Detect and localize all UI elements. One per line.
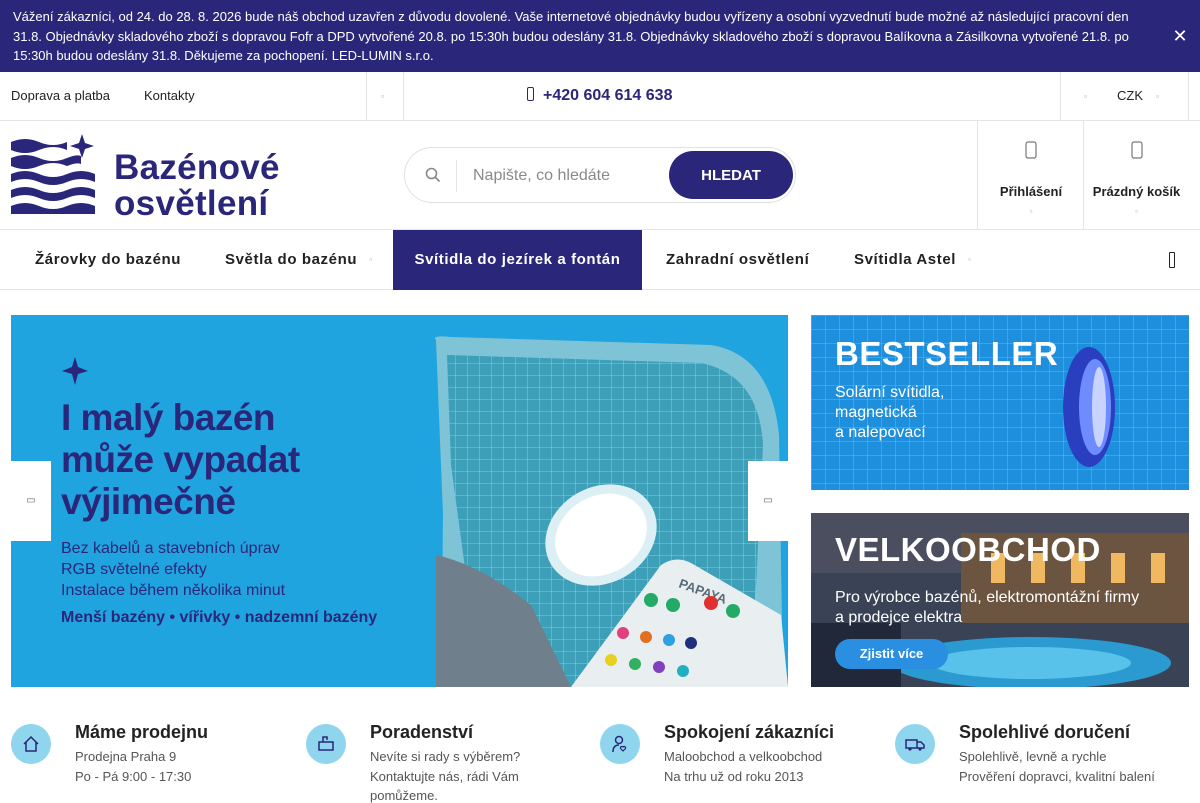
chevron-down-icon: ▫ — [1156, 91, 1160, 101]
phone-text: +420 604 614 638 — [543, 87, 673, 104]
hero-pool-types: Menší bazény • vířivky • nadzemní bazény — [61, 609, 378, 626]
login-button[interactable]: Přihlášení ▫ — [977, 121, 1084, 229]
feature-line: Spolehlivě, levně a rychle — [959, 749, 1107, 764]
nav-item-label: Zahradní osvětlení — [666, 251, 810, 268]
bestseller-banner[interactable]: BESTSELLER Solární svítidla, magnetická … — [811, 315, 1189, 490]
top-utility-bar: Doprava a platba Kontakty ▫ +420 604 614… — [0, 72, 1200, 121]
search-input[interactable] — [473, 162, 663, 190]
chevron-down-icon: ▫ — [1135, 207, 1138, 216]
logo-line-2: osvětlení — [114, 184, 269, 223]
logo[interactable]: Bazénové osvětlení — [11, 134, 341, 222]
site-header: Bazénové osvětlení HLEDAT Přihlášení ▫ P… — [0, 121, 1200, 230]
mailbox-icon — [306, 724, 346, 764]
feature-satisfied-customers: Spokojení zákazníci Maloobchod a velkoob… — [600, 716, 890, 800]
phone-icon — [527, 87, 534, 101]
more-links-icon[interactable]: ▫ — [381, 72, 384, 120]
bestseller-text-line: a nalepovací — [835, 424, 926, 441]
main-navigation: Žárovky do bazénu Světla do bazénu ▫ Svít… — [0, 230, 1200, 290]
logo-line-1: Bazénové — [114, 148, 280, 187]
home-icon — [11, 724, 51, 764]
feature-advice: Poradenství Nevíte si rady s výběrem? Ko… — [306, 716, 596, 803]
nav-item-pond-fountain-lights[interactable]: Svítidla do jezírek a fontán — [393, 230, 642, 290]
nav-item-garden-lighting[interactable]: Zahradní osvětlení — [666, 230, 809, 290]
bestseller-title: BESTSELLER — [835, 335, 1059, 372]
divider — [1060, 72, 1061, 120]
divider — [366, 72, 367, 120]
chevron-down-icon: ▫ — [1029, 207, 1033, 216]
hero-title: I malý bazén může vypadat výjimečně — [61, 397, 300, 523]
feature-reliable-delivery: Spolehlivé doručení Spolehlivě, levně a … — [895, 716, 1185, 800]
user-icon — [1025, 141, 1037, 159]
contacts-link[interactable]: Kontakty — [144, 72, 195, 120]
chevron-down-icon: ▫ — [369, 255, 373, 264]
wholesale-title: VELKOOBCHOD — [835, 531, 1101, 568]
divider — [1188, 72, 1189, 120]
notice-text: Vážení zákazníci, od 24. do 28. 8. 2026 … — [13, 9, 1129, 63]
cart-button[interactable]: Prázdný košík ▫ — [1083, 121, 1189, 229]
wholesale-text-line: a prodejce elektra — [835, 609, 963, 626]
wholesale-banner[interactable]: VELKOOBCHOD Pro výrobce bazénů, elektrom… — [811, 513, 1189, 687]
hero-feature-line: Bez kabelů a stavebních úprav — [61, 540, 280, 557]
bestseller-text: Solární svítidla, magnetická a nalepovac… — [835, 383, 944, 443]
feature-line: Prodejna Praha 9 — [75, 749, 177, 764]
cart-icon — [1130, 141, 1143, 159]
nav-item-label: Žárovky do bazénu — [35, 251, 182, 268]
search-button[interactable]: HLEDAT — [669, 151, 793, 199]
notice-bar: Vážení zákazníci, od 24. do 28. 8. 2026 … — [0, 0, 1200, 72]
carousel-next-button[interactable]: ▭ — [748, 461, 788, 541]
hero-title-line: výjimečně — [61, 481, 236, 522]
nav-item-label: Svítidla do jezírek a fontán — [414, 251, 621, 268]
wholesale-text-line: Pro výrobce bazénů, elektromontážní firm… — [835, 589, 1140, 606]
carousel-prev-button[interactable]: ▭ — [11, 461, 51, 541]
feature-title: Máme prodejnu — [75, 722, 209, 742]
cart-label: Prázdný košík — [1092, 184, 1181, 199]
phone-number[interactable]: +420 604 614 638 — [527, 72, 672, 120]
search-icon[interactable] — [425, 167, 441, 183]
nav-item-astel[interactable]: Svítidla Astel ▫ — [854, 230, 971, 290]
bestseller-text-line: magnetická — [835, 404, 917, 421]
feature-store: Máme prodejnu Prodejna Praha 9 Po - Pá 9… — [11, 716, 301, 800]
feature-title: Spokojení zákazníci — [664, 722, 835, 742]
close-icon[interactable]: ✕ — [1170, 26, 1190, 46]
flag-icon: ▫ — [1084, 91, 1088, 101]
hero-feature-line: Instalace během několika minut — [61, 582, 286, 599]
feature-title: Poradenství — [370, 722, 474, 742]
feature-line: Kontaktujte nás, rádi Vám — [370, 769, 519, 784]
nav-item-label: Světla do bazénu — [225, 251, 358, 268]
feature-line: Po - Pá 9:00 - 17:30 — [75, 769, 192, 784]
chevron-down-icon: ▫ — [968, 255, 972, 264]
nav-item-label: Svítidla Astel — [854, 251, 957, 268]
hero-title-line: může vypadat — [61, 439, 300, 480]
truck-icon — [895, 724, 935, 764]
user-heart-icon — [600, 724, 640, 764]
hero-title-line: I malý bazén — [61, 397, 276, 438]
feature-line: Na trhu už od roku 2013 — [664, 769, 804, 784]
login-label: Přihlášení — [999, 184, 1063, 199]
feature-line: Nevíte si rady s výběrem? — [370, 749, 521, 764]
hero-banner[interactable]: PAPAYA I malý bazén může vypadat výjimeč… — [11, 315, 788, 687]
nav-item-pool-lights[interactable]: Světla do bazénu ▫ — [225, 230, 373, 290]
currency-selector[interactable]: CZK — [1117, 72, 1143, 120]
search-divider — [456, 160, 457, 192]
nav-item-bulbs[interactable]: Žárovky do bazénu — [35, 230, 181, 290]
feature-line: Maloobchod a velkoobchod — [664, 749, 823, 764]
menu-icon[interactable] — [1169, 252, 1175, 268]
feature-line: Prověření dopravci, kvalitní balení — [959, 769, 1155, 784]
learn-more-button[interactable]: Zjistit více — [835, 639, 948, 669]
hero-feature-line: RGB světelné efekty — [61, 561, 207, 578]
search-box: HLEDAT — [404, 147, 796, 203]
divider — [403, 72, 404, 120]
bestseller-text-line: Solární svítidla, — [835, 384, 945, 401]
feature-title: Spolehlivé doručení — [959, 722, 1131, 742]
hero-features: Bez kabelů a stavebních úprav RGB světel… — [61, 538, 285, 601]
shipping-payment-link[interactable]: Doprava a platba — [11, 72, 110, 120]
logo-waves-icon — [11, 134, 95, 214]
wholesale-text: Pro výrobce bazénů, elektromontážní firm… — [835, 588, 1139, 628]
logo-text: Bazénové osvětlení — [114, 150, 280, 222]
feature-line: pomůžeme. — [370, 788, 438, 803]
